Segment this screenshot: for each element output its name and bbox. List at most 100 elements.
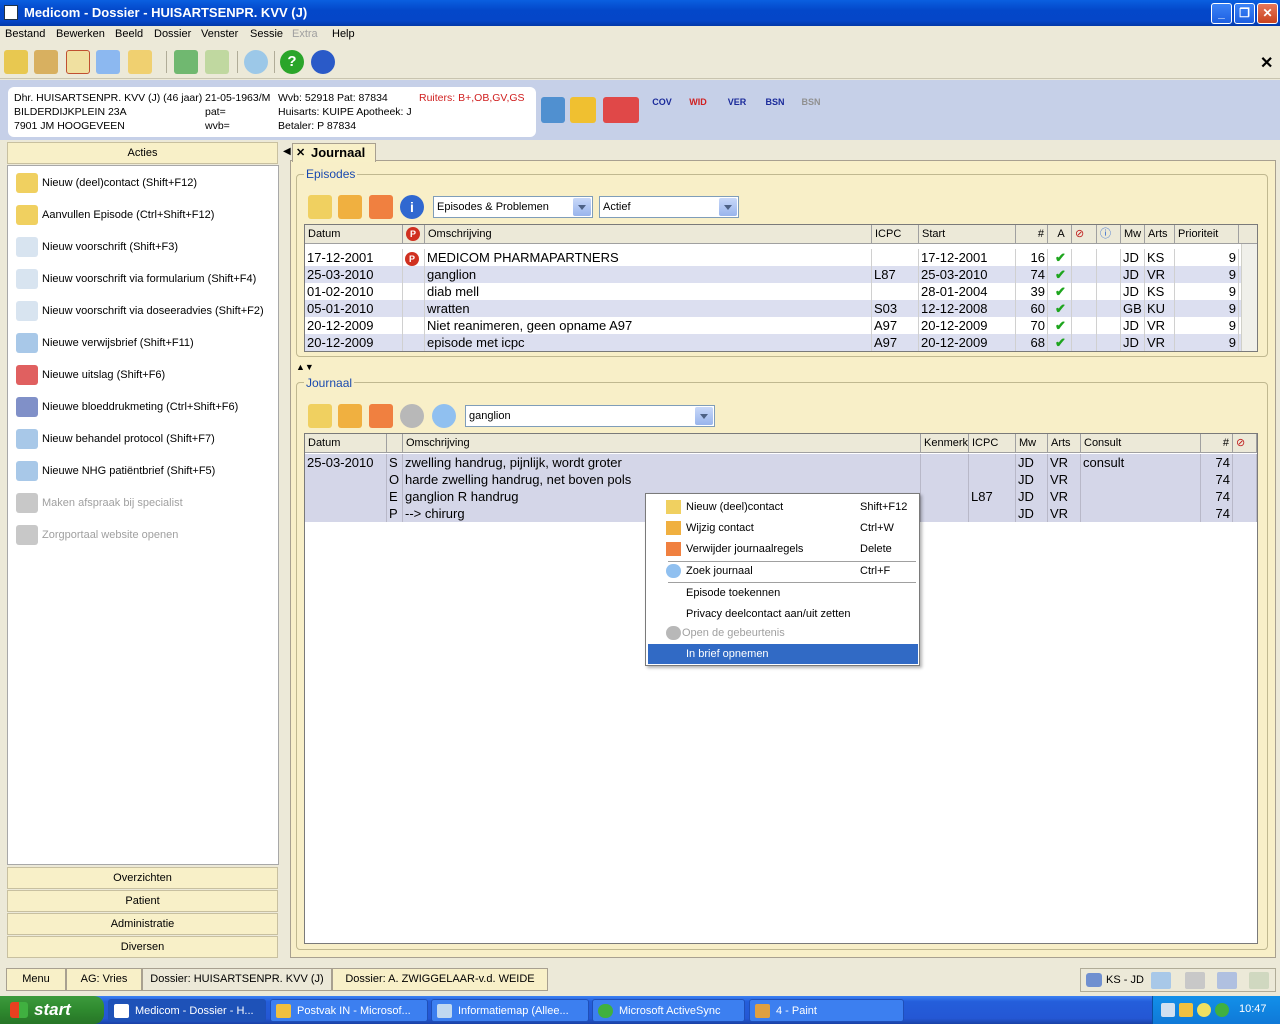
col-count[interactable]: # — [1016, 225, 1048, 244]
action-aanvullen-episode[interactable]: Aanvullen Episode (Ctrl+Shift+F12) — [16, 201, 214, 229]
bsn-disabled-icon[interactable]: BSN — [797, 97, 825, 107]
maximize-button[interactable]: ❐ — [1234, 3, 1255, 24]
sign-icon[interactable] — [1249, 972, 1269, 989]
section-diversen[interactable]: Diversen — [7, 936, 278, 958]
tab-close-icon[interactable]: ✕ — [296, 145, 305, 162]
col-consult[interactable]: Consult — [1081, 434, 1201, 453]
start-button[interactable]: start — [0, 996, 104, 1024]
episode-info-icon[interactable]: i — [400, 195, 424, 219]
tools-icon[interactable] — [1185, 972, 1205, 989]
ctx-new-contact[interactable]: Nieuw (deel)contact Shift+F12 — [648, 497, 918, 517]
col-arts[interactable]: Arts — [1145, 225, 1175, 244]
menu-bestand[interactable]: Bestand — [5, 28, 45, 40]
close-button[interactable]: ✕ — [1257, 3, 1278, 24]
episodes-filter-select[interactable]: Episodes & Problemen — [433, 196, 593, 218]
collapse-arrow-icon[interactable]: ◀ — [283, 146, 291, 157]
col-icpc[interactable]: ICPC — [872, 225, 919, 244]
close-doc-icon[interactable]: ✕ — [1260, 53, 1273, 73]
task-medicom[interactable]: Medicom - Dossier - H... — [108, 999, 266, 1022]
menu-venster[interactable]: Venster — [201, 28, 238, 40]
journaal-edit-icon[interactable] — [338, 404, 362, 428]
episodes-scrollbar[interactable] — [1241, 244, 1257, 351]
info-col-icon[interactable]: ⓘ — [1097, 225, 1121, 244]
ctx-search-journal[interactable]: Zoek journaal Ctrl+F — [648, 561, 918, 581]
ctx-add-to-letter[interactable]: In brief opnemen — [648, 644, 918, 664]
tab-dossier-zwiggelaar[interactable]: Dossier: A. ZWIGGELAAR-v.d. WEIDE — [332, 968, 548, 991]
tab-journaal[interactable]: ✕ Journaal — [292, 143, 376, 162]
bsn-icon[interactable]: BSN — [761, 97, 789, 107]
journaal-info-icon[interactable] — [400, 404, 424, 428]
journaal-new-icon[interactable] — [308, 404, 332, 428]
action-treatment-protocol[interactable]: Nieuw behandel protocol (Shift+F7) — [16, 425, 215, 453]
col-p[interactable]: P — [403, 225, 425, 244]
referral-status-icon[interactable] — [1151, 972, 1171, 989]
section-administratie[interactable]: Administratie — [7, 913, 278, 935]
table-row[interactable]: 01-02-2010 diab mell 28-01-2004 39 ✔ JD KS 9 — [305, 283, 1241, 300]
menu-extra[interactable]: Extra — [292, 28, 318, 40]
help-icon[interactable]: ? — [280, 50, 304, 74]
wid-icon[interactable]: WID — [684, 97, 712, 107]
col-count[interactable]: # — [1201, 434, 1233, 453]
action-new-contact[interactable]: Nieuw (deel)contact (Shift+F12) — [16, 169, 197, 197]
table-row[interactable]: 20-12-2009 episode met icpc A97 20-12-2009 6… — [305, 334, 1241, 351]
action-new-referral[interactable]: Nieuwe verwijsbrief (Shift+F11) — [16, 329, 194, 357]
table-row[interactable]: 17-12-2001 P MEDICOM PHARMAPARTNERS 17-12-2… — [305, 249, 1241, 266]
col-start[interactable]: Start — [919, 225, 1016, 244]
action-new-prescription[interactable]: Nieuw voorschrift (Shift+F3) — [16, 233, 178, 261]
menu-sessie[interactable]: Sessie — [250, 28, 283, 40]
tab-menu[interactable]: Menu — [6, 968, 66, 991]
title-bar[interactable]: Medicom - Dossier - HUISARTSENPR. KVV (J… — [0, 0, 1280, 26]
col-datum[interactable]: Datum — [305, 225, 403, 244]
app-icon[interactable] — [4, 5, 18, 20]
menu-dossier[interactable]: Dossier — [154, 28, 191, 40]
task-outlook[interactable]: Postvak IN - Microsof... — [270, 999, 428, 1022]
patient-info-icon[interactable] — [541, 97, 565, 123]
open-folder-icon[interactable] — [96, 50, 120, 74]
network-icon[interactable] — [205, 50, 229, 74]
journal-row[interactable]: Oharde zwelling handrug, net boven pols J… — [305, 471, 1257, 488]
ctx-toggle-privacy[interactable]: Privacy deelcontact aan/uit zetten — [648, 604, 918, 624]
task-informatiemap[interactable]: Informatiemap (Allee... — [431, 999, 589, 1022]
col-kenmerk[interactable]: Kenmerk — [921, 434, 969, 453]
network-tray-icon[interactable] — [1161, 1003, 1175, 1017]
splitter-arrows-icon[interactable]: ▲▼ — [296, 362, 314, 372]
col-omschrijving[interactable]: Omschrijving — [403, 434, 921, 453]
action-zorgportaal[interactable]: Zorgportaal website openen — [16, 521, 178, 549]
chevron-down-icon[interactable] — [573, 198, 591, 216]
menu-help[interactable]: Help — [332, 28, 355, 40]
warning-icon[interactable] — [570, 97, 596, 123]
episode-edit-icon[interactable] — [338, 195, 362, 219]
task-paint[interactable]: 4 - Paint — [749, 999, 904, 1022]
task-activesync[interactable]: Microsoft ActiveSync — [592, 999, 745, 1022]
ctx-assign-episode[interactable]: Episode toekennen — [648, 583, 918, 603]
table-row[interactable]: 05-01-2010 wratten S03 12-12-2008 60 ✔ GB KU 9 — [305, 300, 1241, 317]
cov-icon[interactable]: COV — [648, 97, 676, 107]
col-icpc[interactable]: ICPC — [969, 434, 1016, 453]
action-prescription-formularium[interactable]: Nieuw voorschrift via formularium (Shift… — [16, 265, 256, 293]
journal-row[interactable]: 25-03-2010 Szwelling handrug, pijnlijk, w… — [305, 454, 1257, 471]
action-nhg-letter[interactable]: Nieuwe NHG patiëntbrief (Shift+F5) — [16, 457, 215, 485]
tab-dossier-huisartsenpr[interactable]: Dossier: HUISARTSENPR. KVV (J) — [142, 968, 332, 991]
exit-icon[interactable] — [311, 50, 335, 74]
book-icon[interactable] — [34, 50, 58, 74]
menu-beeld[interactable]: Beeld — [115, 28, 143, 40]
episode-delete-icon[interactable] — [369, 195, 393, 219]
col-omschrijving[interactable]: Omschrijving — [425, 225, 872, 244]
ctx-delete-lines[interactable]: Verwijder journaalregels Delete — [648, 539, 918, 559]
col-a[interactable]: A — [1048, 225, 1072, 244]
privacy-icon[interactable]: ⊘ — [1072, 225, 1097, 244]
minimize-button[interactable]: _ — [1211, 3, 1232, 24]
action-specialist-appointment[interactable]: Maken afspraak bij specialist — [16, 489, 183, 517]
table-row[interactable]: 20-12-2009 Niet reanimeren, geen opname A… — [305, 317, 1241, 334]
heart-icon[interactable] — [603, 97, 639, 123]
dropdown-folder-icon[interactable] — [128, 50, 152, 74]
episodes-status-select[interactable]: Actief — [599, 196, 739, 218]
col-prioriteit[interactable]: Prioriteit — [1175, 225, 1239, 244]
action-new-result[interactable]: Nieuwe uitslag (Shift+F6) — [16, 361, 165, 389]
chevron-down-icon[interactable] — [719, 198, 737, 216]
col-mw[interactable]: Mw — [1016, 434, 1048, 453]
clipboard-icon[interactable] — [66, 50, 90, 74]
privacy-icon[interactable]: ⊘ — [1233, 434, 1257, 453]
ver-icon[interactable]: VER — [723, 97, 751, 107]
magnifier-icon[interactable] — [432, 404, 456, 428]
